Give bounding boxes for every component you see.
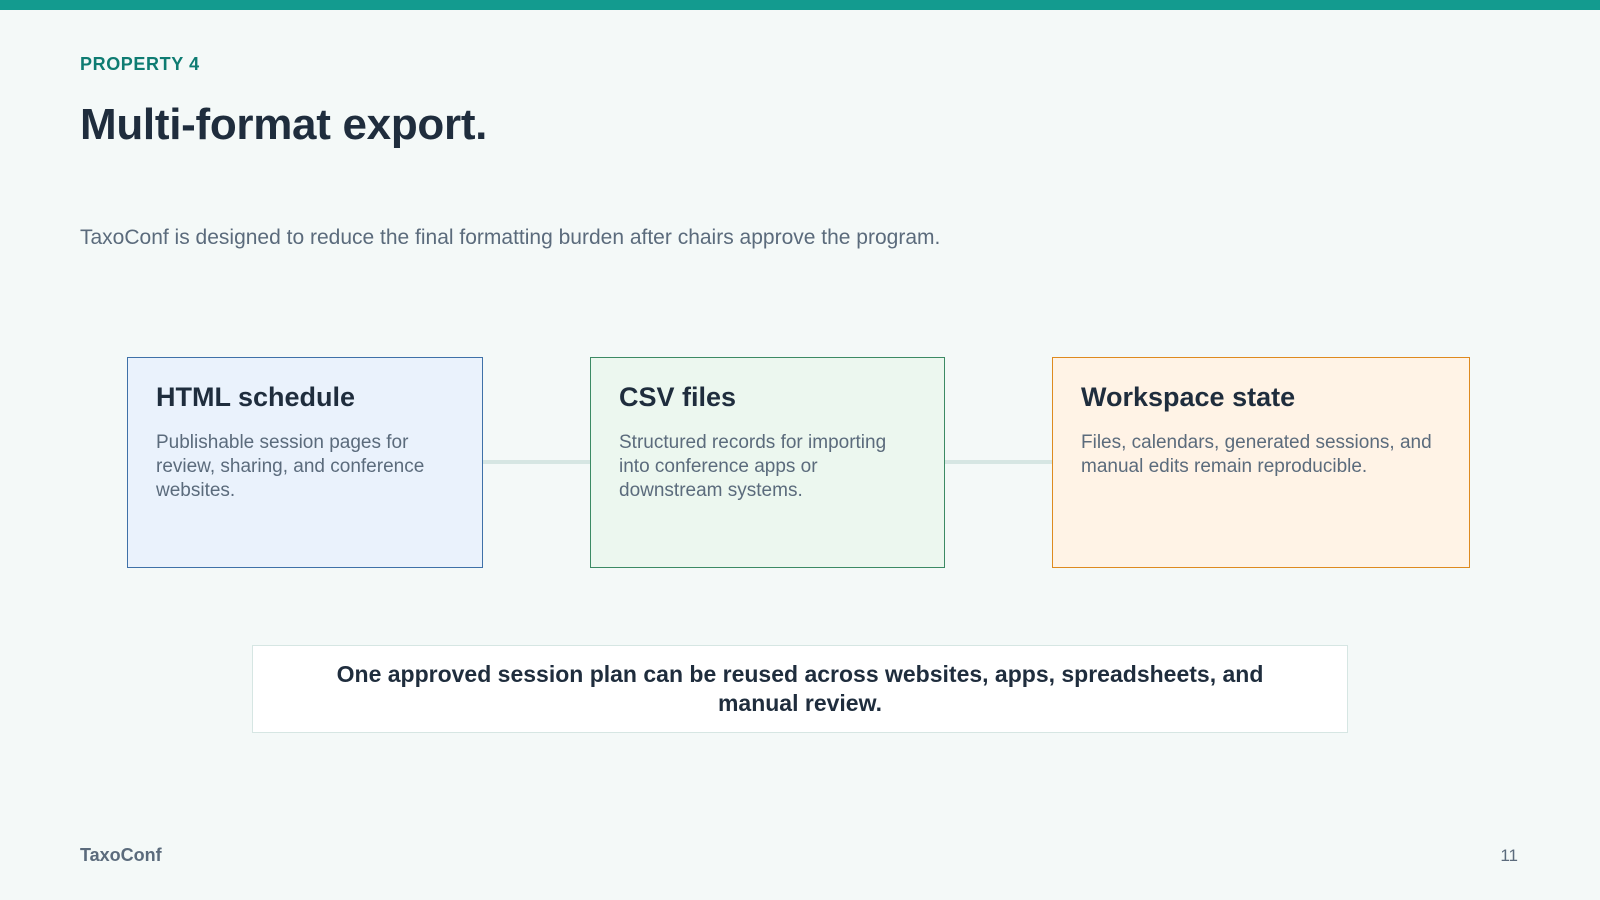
card-description: Publishable session pages for review, sh…	[156, 432, 425, 501]
slide-title: Multi-format export.	[80, 100, 488, 149]
card-description: Files, calendars, generated sessions, an…	[1081, 432, 1432, 477]
card-workspace-state: Workspace state Files, calendars, genera…	[1052, 357, 1470, 568]
card-description: Structured records for importing into co…	[619, 432, 887, 501]
footer-brand: TaxoConf	[80, 845, 162, 865]
top-accent-bar	[0, 0, 1600, 10]
card-title: HTML schedule	[156, 382, 356, 412]
slide-subtitle: TaxoConf is designed to reduce the final…	[80, 226, 941, 249]
connector-line	[945, 460, 1052, 464]
card-html-schedule: HTML schedule Publishable session pages …	[127, 357, 483, 568]
page-number: 11	[1500, 846, 1518, 865]
takeaway-callout: One approved session plan can be reused …	[252, 645, 1348, 733]
connector-line	[483, 460, 590, 464]
card-title: CSV files	[619, 382, 737, 412]
card-title: Workspace state	[1081, 382, 1296, 412]
section-eyebrow: PROPERTY 4	[80, 54, 200, 74]
card-csv-files: CSV files Structured records for importi…	[590, 357, 945, 568]
slide: PROPERTY 4 Multi-format export. TaxoConf…	[0, 0, 1600, 900]
